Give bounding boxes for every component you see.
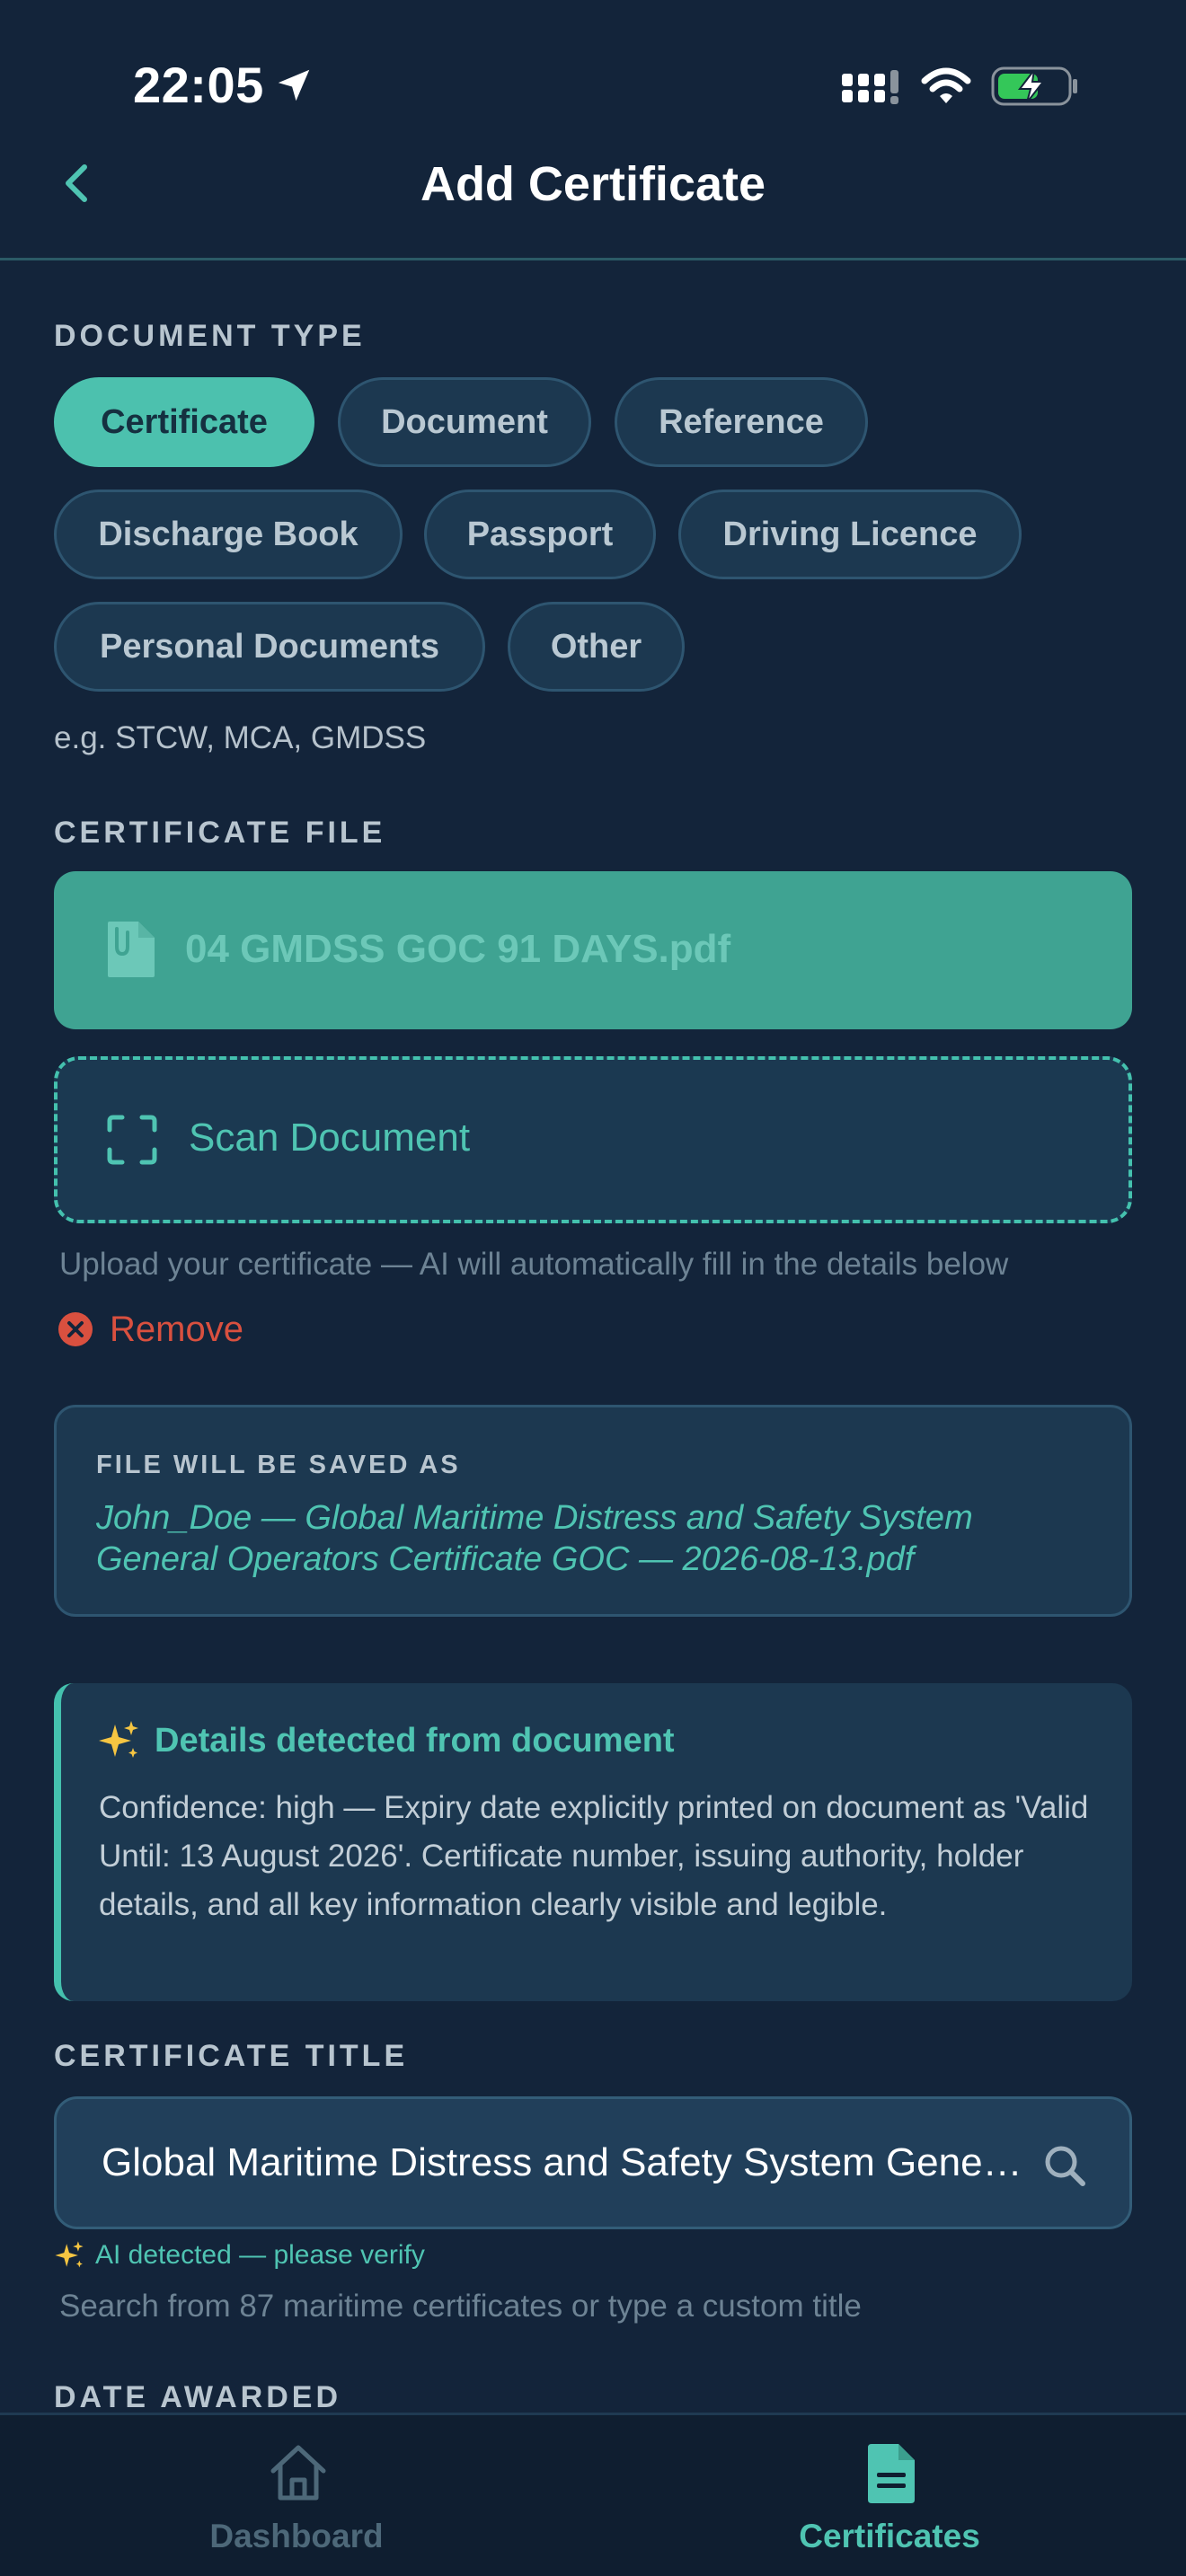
saved-as-card: FILE WILL BE SAVED AS John_Doe — Global …	[54, 1405, 1132, 1617]
scan-frame-icon	[107, 1115, 157, 1165]
ai-detection-body: Confidence: high — Expiry date explicitl…	[99, 1790, 1089, 1922]
file-name: 04 GMDSS GOC 91 DAYS.pdf	[185, 927, 731, 971]
document-type-label: DOCUMENT TYPE	[54, 319, 366, 353]
status-bar: 22:05	[0, 0, 1186, 135]
upload-hint: Upload your certificate — AI will automa…	[59, 1247, 1009, 1282]
saved-file-name: John_Doe — Global Maritime Distress and …	[96, 1499, 973, 1578]
scan-document-label: Scan Document	[189, 1116, 471, 1160]
cellular-signal-icon	[842, 70, 898, 104]
chip-discharge-book[interactable]: Discharge Book	[54, 490, 403, 579]
home-icon	[270, 2445, 326, 2501]
certificate-title-value[interactable]: Global Maritime Distress and Safety Syst…	[102, 2140, 1027, 2185]
sparkles-small-icon	[55, 2241, 84, 2268]
chip-driving-licence[interactable]: Driving Licence	[678, 490, 1022, 579]
tab-bar: Dashboard Certificates	[0, 2413, 1186, 2576]
document-type-hint: e.g. STCW, MCA, GMDSS	[54, 720, 427, 755]
tab-dashboard-label: Dashboard	[209, 2518, 384, 2554]
tab-certificates[interactable]: Certificates	[755, 2435, 1024, 2561]
ai-detection-card: Details detected from document Confidenc…	[54, 1683, 1132, 2001]
chip-personal-documents[interactable]: Personal Documents	[54, 602, 485, 692]
scan-document-button[interactable]: Scan Document	[54, 1056, 1132, 1223]
battery-charging-icon	[991, 66, 1077, 106]
ai-verify-label: AI detected — please verify	[95, 2240, 425, 2270]
ai-verify-note: AI detected — please verify	[54, 2240, 425, 2271]
ai-detection-title: Details detected from document	[155, 1721, 675, 1760]
chip-other[interactable]: Other	[508, 602, 685, 692]
chip-passport[interactable]: Passport	[424, 490, 656, 579]
location-arrow-icon	[278, 69, 310, 101]
certificate-title-input[interactable]: Global Maritime Distress and Safety Syst…	[54, 2096, 1132, 2229]
tab-dashboard[interactable]: Dashboard	[162, 2435, 431, 2561]
attachment-file-icon	[108, 922, 155, 977]
document-icon	[868, 2444, 915, 2503]
wifi-icon	[921, 67, 971, 103]
saved-as-label: FILE WILL BE SAVED AS	[96, 1451, 461, 1479]
add-certificate-screen: 22:05 Add Certificate DOCUMENT TYPE Cert…	[0, 0, 1186, 2576]
certificate-title-hint: Search from 87 maritime certificates or …	[59, 2289, 862, 2324]
navigation-header: Add Certificate	[0, 135, 1186, 260]
remove-circle-icon	[58, 1312, 93, 1346]
remove-label: Remove	[110, 1309, 243, 1349]
certificate-title-label: CERTIFICATE TITLE	[54, 2039, 409, 2073]
search-icon[interactable]	[1041, 2142, 1088, 2189]
certificate-file-label: CERTIFICATE FILE	[54, 816, 386, 850]
chip-document[interactable]: Document	[338, 377, 591, 467]
tab-certificates-label: Certificates	[799, 2518, 980, 2554]
ai-detection-header: Details detected from document	[97, 1719, 675, 1762]
chip-reference[interactable]: Reference	[615, 377, 868, 467]
sparkles-icon	[99, 1721, 138, 1758]
status-time: 22:05	[133, 57, 264, 113]
chip-certificate[interactable]: Certificate	[54, 377, 314, 467]
selected-file-button[interactable]: 04 GMDSS GOC 91 DAYS.pdf	[54, 871, 1132, 1029]
page-title: Add Certificate	[420, 157, 766, 211]
remove-file-button[interactable]: Remove	[58, 1308, 243, 1351]
date-awarded-label: DATE AWARDED	[54, 2380, 341, 2414]
